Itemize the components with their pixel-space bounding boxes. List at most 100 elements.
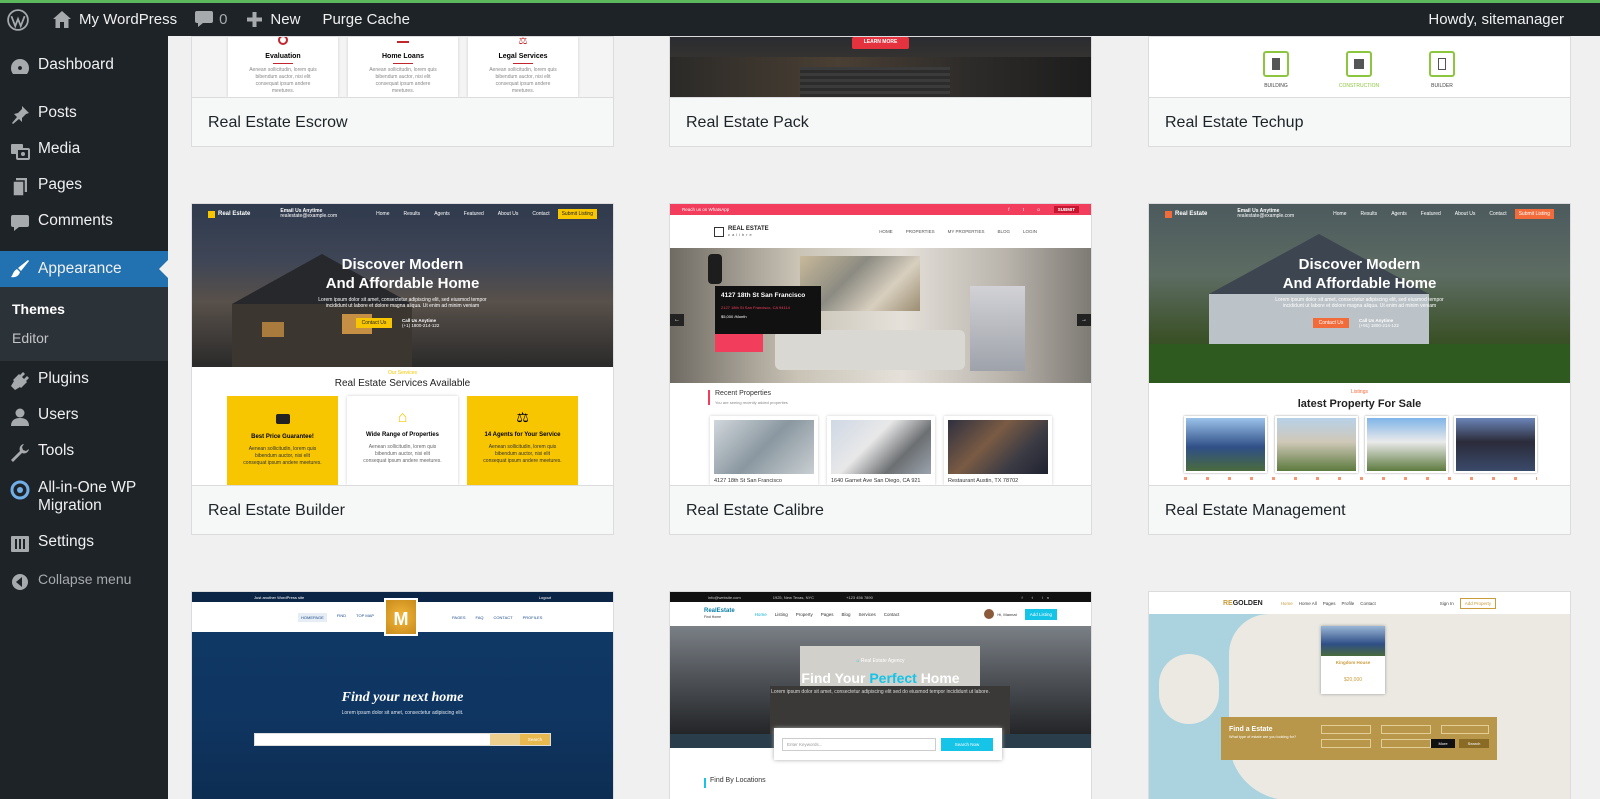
nav-link[interactable]: MY PROPERTIES	[948, 229, 985, 234]
theme-card-real-estate-management[interactable]: Real Estate Email Us Anytime realestate@e…	[1148, 203, 1571, 535]
nav-link[interactable]: Pages	[1323, 601, 1336, 606]
nav-link[interactable]: Home	[755, 612, 767, 617]
user-name[interactable]: Hi, Mannat	[997, 612, 1016, 617]
nav-link[interactable]: Listing	[775, 612, 788, 617]
collapse-menu-button[interactable]: Collapse menu	[0, 571, 131, 593]
nav-link[interactable]: Services	[859, 612, 876, 617]
property-thumb[interactable]	[1275, 416, 1358, 473]
nav-link[interactable]: Blog	[842, 612, 851, 617]
menu-media[interactable]: Media	[0, 140, 80, 162]
more-button[interactable]: More	[1431, 739, 1455, 748]
my-account-link[interactable]: Howdy, sitemanager	[1419, 3, 1600, 36]
nav-link[interactable]: Home	[1333, 211, 1346, 217]
menu-tools[interactable]: Tools	[0, 442, 74, 464]
property-thumb[interactable]	[1454, 416, 1537, 473]
nav-link[interactable]: PROPERTIES	[906, 229, 935, 234]
nav-link[interactable]: Agents	[1391, 211, 1407, 217]
nav-link[interactable]: LOGIN	[1023, 229, 1037, 234]
preview-navbar: REGOLDEN Home Home All Pages Profile Con…	[1149, 592, 1570, 614]
keyword-input[interactable]: Enter Keywords...	[782, 738, 936, 751]
submit-listing-button[interactable]: Submit Listing	[557, 209, 597, 219]
search-now-button[interactable]: Search Now	[941, 738, 993, 751]
slider-prev-arrow[interactable]: ←	[670, 314, 684, 326]
nav-link[interactable]: BLOG	[997, 229, 1010, 234]
nav-link[interactable]: TOP MAP	[356, 613, 374, 622]
new-content-link[interactable]: New	[238, 3, 309, 36]
search-button[interactable]: Search	[1459, 739, 1489, 748]
theme-card-row3-middle[interactable]: info@website.com 1925, New Texas, NYC +1…	[669, 591, 1092, 799]
property-thumb[interactable]	[1365, 416, 1448, 473]
filter-select[interactable]	[1321, 739, 1371, 748]
menu-settings[interactable]: Settings	[0, 533, 94, 555]
contact-us-button[interactable]: Contact Us	[1313, 318, 1349, 328]
theme-card-real-estate-escrow[interactable]: Evaluation Aenean sollicitudin, lorem qu…	[191, 36, 614, 147]
nav-link[interactable]: PROFILES	[523, 615, 543, 620]
comments-link[interactable]: 0	[186, 3, 236, 36]
map-info-popup[interactable]: Kingdom House $20,000	[1321, 626, 1385, 694]
nav-link[interactable]: Pages	[821, 612, 834, 617]
nav-link[interactable]: FAQ	[476, 615, 484, 620]
nav-link[interactable]: Results	[404, 211, 421, 217]
nav-link[interactable]: Home	[1281, 601, 1293, 606]
menu-plugins[interactable]: Plugins	[0, 370, 89, 392]
site-name-link[interactable]: My WordPress	[44, 3, 186, 36]
add-property-button[interactable]: Add Property	[1459, 597, 1496, 609]
menu-pages[interactable]: Pages	[0, 176, 82, 198]
logout-link[interactable]: Logout	[539, 595, 551, 600]
contact-us-button[interactable]: Contact Us	[356, 318, 392, 328]
theme-card-real-estate-calibre[interactable]: Reach us on WhatsApp f t o SUBMIT REAL E…	[669, 203, 1092, 535]
nav-link[interactable]: PAGES	[452, 615, 466, 620]
nav-link[interactable]: CONTACT	[494, 615, 513, 620]
filter-select[interactable]	[1381, 725, 1431, 734]
nav-link[interactable]: Contact	[532, 211, 549, 217]
filter-select[interactable]	[1381, 739, 1431, 748]
property-card[interactable]: 4127 18th St San Francisco	[710, 416, 818, 485]
filter-select[interactable]	[1441, 725, 1489, 734]
nav-link[interactable]: Agents	[434, 211, 450, 217]
search-button[interactable]: Search	[520, 734, 550, 745]
nav-link[interactable]: About Us	[1455, 211, 1476, 217]
sign-in-link[interactable]: Sign In	[1440, 601, 1454, 606]
purge-cache-link[interactable]: Purge Cache	[313, 3, 419, 36]
nav-link[interactable]: About Us	[498, 211, 519, 217]
menu-posts[interactable]: Posts	[0, 104, 77, 126]
nav-link[interactable]: Featured	[464, 211, 484, 217]
nav-link[interactable]: Results	[1361, 211, 1378, 217]
submit-listing-button[interactable]: Submit Listing	[1514, 209, 1554, 219]
theme-screenshot: BUILDING CONSTRUCTION BUILDER	[1149, 37, 1570, 97]
theme-card-real-estate-builder[interactable]: Real Estate Email Us Anytime realestate@e…	[191, 203, 614, 535]
submenu-themes[interactable]: Themes	[12, 295, 168, 324]
property-thumb[interactable]	[1184, 416, 1267, 473]
slider-next-arrow[interactable]: →	[1077, 314, 1091, 326]
theme-card-row3-left[interactable]: Just another WordPress site Logout HOMEP…	[191, 591, 614, 799]
property-card[interactable]: 1640 Garnet Ave San Diego, CA 921	[827, 416, 935, 485]
nav-link[interactable]: HOME	[879, 229, 893, 234]
nav-link[interactable]: Contact	[1360, 601, 1376, 606]
nav-link[interactable]: FIND	[337, 613, 346, 622]
nav-link[interactable]: Featured	[1421, 211, 1441, 217]
nav-link[interactable]: Contact	[1489, 211, 1506, 217]
nav-link[interactable]: Property	[796, 612, 813, 617]
avatar[interactable]	[984, 609, 995, 619]
menu-comments[interactable]: Comments	[0, 212, 113, 234]
property-card[interactable]: Restaurant Austin, TX 78702	[944, 416, 1052, 485]
submenu-editor[interactable]: Editor	[12, 324, 168, 353]
search-bar[interactable]: Search	[254, 733, 551, 746]
nav-link[interactable]: Profile	[1341, 601, 1354, 606]
submit-button[interactable]: SUBMIT	[1053, 206, 1079, 213]
menu-all-in-one-wp-migration[interactable]: All-in-One WP Migration	[0, 479, 136, 515]
wordpress-logo-icon[interactable]	[0, 3, 37, 36]
nav-link[interactable]: Contact	[884, 612, 900, 617]
menu-appearance[interactable]: Appearance	[0, 251, 168, 287]
nav-link[interactable]: Home All	[1299, 601, 1317, 606]
learn-more-button[interactable]: LEARN MORE	[852, 37, 909, 49]
theme-card-real-estate-pack[interactable]: LEARN MORE Real Estate Pack	[669, 36, 1092, 147]
add-listing-button[interactable]: Add Listing	[1024, 608, 1057, 620]
nav-link[interactable]: HOMEPAGE	[298, 612, 327, 622]
nav-link[interactable]: Home	[376, 211, 389, 217]
menu-dashboard[interactable]: Dashboard	[0, 56, 114, 78]
menu-users[interactable]: Users	[0, 406, 78, 428]
theme-card-row3-right[interactable]: REGOLDEN Home Home All Pages Profile Con…	[1148, 591, 1571, 799]
filter-select[interactable]	[1321, 725, 1371, 734]
theme-card-real-estate-techup[interactable]: BUILDING CONSTRUCTION BUILDER Real Estat…	[1148, 36, 1571, 147]
